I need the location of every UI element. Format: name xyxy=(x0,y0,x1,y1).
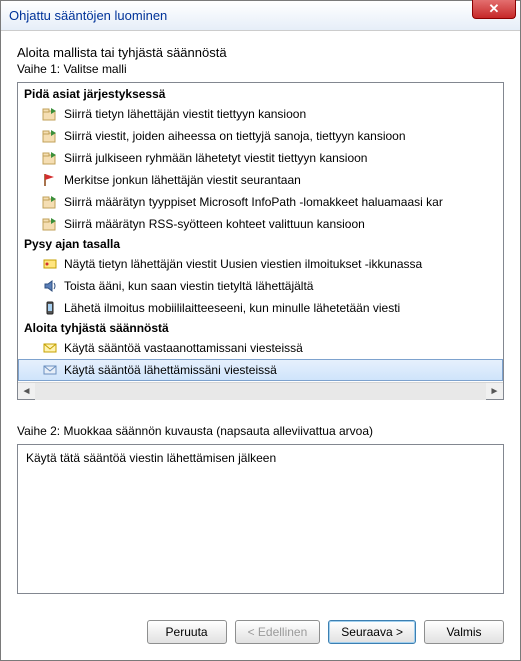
template-label: Siirrä tietyn lähettäjän viestit tiettyy… xyxy=(64,107,306,121)
template-label: Toista ääni, kun saan viestin tietyltä l… xyxy=(64,279,313,293)
template-label: Siirrä julkiseen ryhmään lähetetyt viest… xyxy=(64,151,367,165)
back-button: < Edellinen xyxy=(235,620,321,644)
template-label: Siirrä määrätyn tyyppiset Microsoft Info… xyxy=(64,195,443,209)
envelope-icon xyxy=(42,340,58,356)
template-item[interactable]: Näytä tietyn lähettäjän viestit Uusien v… xyxy=(18,253,503,275)
group-header-organize: Pidä asiat järjestyksessä xyxy=(18,85,503,103)
move-folder-icon xyxy=(42,216,58,232)
titlebar: Ohjattu sääntöjen luominen ✕ xyxy=(1,1,520,31)
template-list-inner: Pidä asiat järjestyksessä Siirrä tietyn … xyxy=(18,83,503,382)
group-header-uptodate: Pysy ajan tasalla xyxy=(18,235,503,253)
finish-button[interactable]: Valmis xyxy=(424,620,504,644)
template-item[interactable]: Siirrä viestit, joiden aiheessa on tiett… xyxy=(18,125,503,147)
group-header-blank: Aloita tyhjästä säännöstä xyxy=(18,319,503,337)
intro-text: Aloita mallista tai tyhjästä säännöstä xyxy=(17,45,504,60)
cancel-button[interactable]: Peruuta xyxy=(147,620,227,644)
scroll-track[interactable] xyxy=(35,383,486,400)
template-label: Siirrä määrätyn RSS-syötteen kohteet val… xyxy=(64,217,365,231)
rule-description-text: Käytä tätä sääntöä viestin lähettämisen … xyxy=(26,451,276,465)
move-folder-icon xyxy=(42,128,58,144)
template-item[interactable]: Siirrä määrätyn RSS-syötteen kohteet val… xyxy=(18,213,503,235)
scroll-right-arrow[interactable]: ► xyxy=(486,383,503,400)
close-button[interactable]: ✕ xyxy=(472,0,516,19)
template-label: Käytä sääntöä lähettämissäni viesteissä xyxy=(64,363,277,377)
template-label: Merkitse jonkun lähettäjän viestit seura… xyxy=(64,173,301,187)
move-folder-icon xyxy=(42,106,58,122)
sound-icon xyxy=(42,278,58,294)
envelope-out-icon xyxy=(42,362,58,378)
template-item[interactable]: Käytä sääntöä vastaanottamissani viestei… xyxy=(18,337,503,359)
template-label: Siirrä viestit, joiden aiheessa on tiett… xyxy=(64,129,406,143)
rules-wizard-window: Ohjattu sääntöjen luominen ✕ Aloita mall… xyxy=(0,0,521,661)
step1-label: Vaihe 1: Valitse malli xyxy=(17,62,504,76)
template-label: Näytä tietyn lähettäjän viestit Uusien v… xyxy=(64,257,422,271)
next-button[interactable]: Seuraava > xyxy=(328,620,416,644)
template-item[interactable]: Siirrä julkiseen ryhmään lähetetyt viest… xyxy=(18,147,503,169)
mobile-icon xyxy=(42,300,58,316)
flag-icon xyxy=(42,172,58,188)
wizard-content: Aloita mallista tai tyhjästä säännöstä V… xyxy=(1,31,520,608)
template-item-selected[interactable]: Käytä sääntöä lähettämissäni viesteissä xyxy=(18,359,503,381)
step2-label: Vaihe 2: Muokkaa säännön kuvausta (napsa… xyxy=(17,424,504,438)
alert-icon xyxy=(42,256,58,272)
wizard-buttons: Peruuta < Edellinen Seuraava > Valmis xyxy=(1,608,520,660)
horizontal-scrollbar[interactable]: ◄ ► xyxy=(18,382,503,399)
close-icon: ✕ xyxy=(489,1,500,17)
template-item[interactable]: Merkitse jonkun lähettäjän viestit seura… xyxy=(18,169,503,191)
template-item[interactable]: Lähetä ilmoitus mobiililaitteeseeni, kun… xyxy=(18,297,503,319)
move-folder-icon xyxy=(42,194,58,210)
window-title: Ohjattu sääntöjen luominen xyxy=(9,8,167,23)
move-folder-icon xyxy=(42,150,58,166)
spacer xyxy=(17,400,504,424)
template-item[interactable]: Siirrä määrätyn tyyppiset Microsoft Info… xyxy=(18,191,503,213)
template-label: Käytä sääntöä vastaanottamissani viestei… xyxy=(64,341,303,355)
template-item[interactable]: Toista ääni, kun saan viestin tietyltä l… xyxy=(18,275,503,297)
template-listbox[interactable]: Pidä asiat järjestyksessä Siirrä tietyn … xyxy=(17,82,504,400)
scroll-left-arrow[interactable]: ◄ xyxy=(18,383,35,400)
rule-description-box[interactable]: Käytä tätä sääntöä viestin lähettämisen … xyxy=(17,444,504,594)
template-item[interactable]: Siirrä tietyn lähettäjän viestit tiettyy… xyxy=(18,103,503,125)
template-label: Lähetä ilmoitus mobiililaitteeseeni, kun… xyxy=(64,301,400,315)
